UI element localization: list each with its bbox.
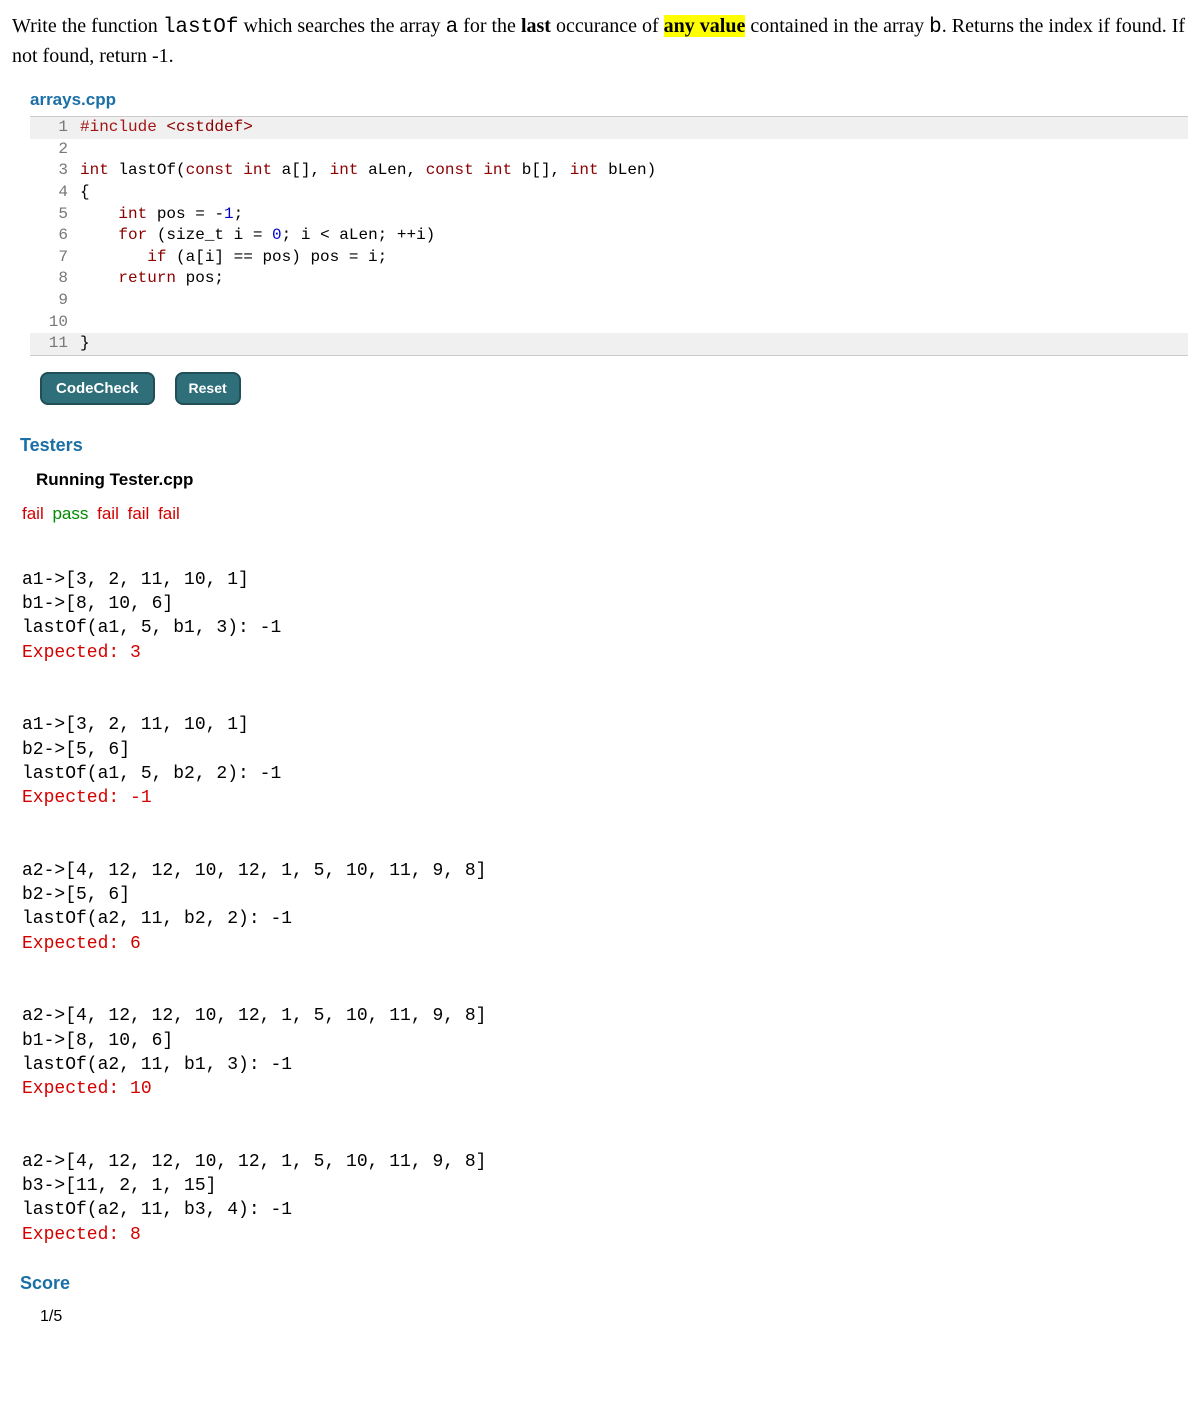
code-line: 1 #include <cstddef> [30, 117, 1188, 139]
prompt-code-a: a [446, 16, 459, 39]
score-heading: Score [20, 1271, 1188, 1296]
test-case: a1->[3, 2, 11, 10, 1] b1->[8, 10, 6] las… [22, 544, 1188, 665]
prompt-code-b: b [929, 16, 942, 39]
prompt-highlight-anyvalue: any value [664, 15, 746, 37]
line-number: 10 [30, 312, 78, 334]
score-value: 1/5 [40, 1306, 1188, 1328]
result-fail: fail [158, 504, 180, 523]
result-fail: fail [22, 504, 44, 523]
test-case: a2->[4, 12, 12, 10, 12, 1, 5, 10, 11, 9,… [22, 1125, 1188, 1246]
test-case: a2->[4, 12, 12, 10, 12, 1, 5, 10, 11, 9,… [22, 980, 1188, 1101]
file-name: arrays.cpp [30, 88, 1188, 112]
test-case: a2->[4, 12, 12, 10, 12, 1, 5, 10, 11, 9,… [22, 834, 1188, 955]
code-line: 3 int lastOf(const int a[], int aLen, co… [30, 160, 1188, 182]
line-number: 5 [30, 204, 78, 226]
code-line: 8 return pos; [30, 268, 1188, 290]
code-line: 9 [30, 290, 1188, 312]
result-fail: fail [128, 504, 150, 523]
line-number: 6 [30, 225, 78, 247]
test-case: a1->[3, 2, 11, 10, 1] b2->[5, 6] lastOf(… [22, 689, 1188, 810]
line-number: 8 [30, 268, 78, 290]
code-line: 4 { [30, 182, 1188, 204]
expected-value: Expected: 6 [22, 934, 141, 954]
line-number: 4 [30, 182, 78, 204]
prompt-code-lastof: lastOf [163, 16, 239, 39]
prompt-text: occurance of [551, 15, 664, 37]
testers-heading: Testers [20, 433, 1188, 458]
code-editor[interactable]: 1 #include <cstddef> 2 3 int lastOf(cons… [30, 116, 1188, 356]
code-line: 11 } [30, 333, 1188, 355]
expected-value: Expected: 3 [22, 643, 141, 663]
result-pass: pass [52, 504, 88, 523]
code-line: 6 for (size_t i = 0; i < aLen; ++i) [30, 225, 1188, 247]
code-line: 10 [30, 312, 1188, 334]
code-line: 2 [30, 139, 1188, 161]
prompt-bold-last: last [521, 15, 551, 37]
line-number: 7 [30, 247, 78, 269]
line-number: 9 [30, 290, 78, 312]
line-number: 2 [30, 139, 78, 161]
code-line: 7 if (a[i] == pos) pos = i; [30, 247, 1188, 269]
line-number: 11 [30, 333, 78, 355]
expected-value: Expected: -1 [22, 788, 152, 808]
line-number: 1 [30, 117, 78, 139]
code-line: 5 int pos = -1; [30, 204, 1188, 226]
reset-button[interactable]: Reset [175, 372, 241, 405]
result-fail: fail [97, 504, 119, 523]
prompt-text: for the [458, 15, 521, 37]
test-results-summary: fail pass fail fail fail [22, 502, 1188, 526]
button-bar: CodeCheck Reset [40, 372, 1188, 405]
problem-prompt: Write the function lastOf which searches… [12, 12, 1188, 70]
line-number: 3 [30, 160, 78, 182]
expected-value: Expected: 10 [22, 1079, 152, 1099]
prompt-text: Write the function [12, 15, 163, 37]
codecheck-button[interactable]: CodeCheck [40, 372, 155, 405]
prompt-text: contained in the array [745, 15, 929, 37]
running-heading: Running Tester.cpp [36, 468, 1188, 492]
prompt-text: which searches the array [238, 15, 445, 37]
expected-value: Expected: 8 [22, 1225, 141, 1245]
